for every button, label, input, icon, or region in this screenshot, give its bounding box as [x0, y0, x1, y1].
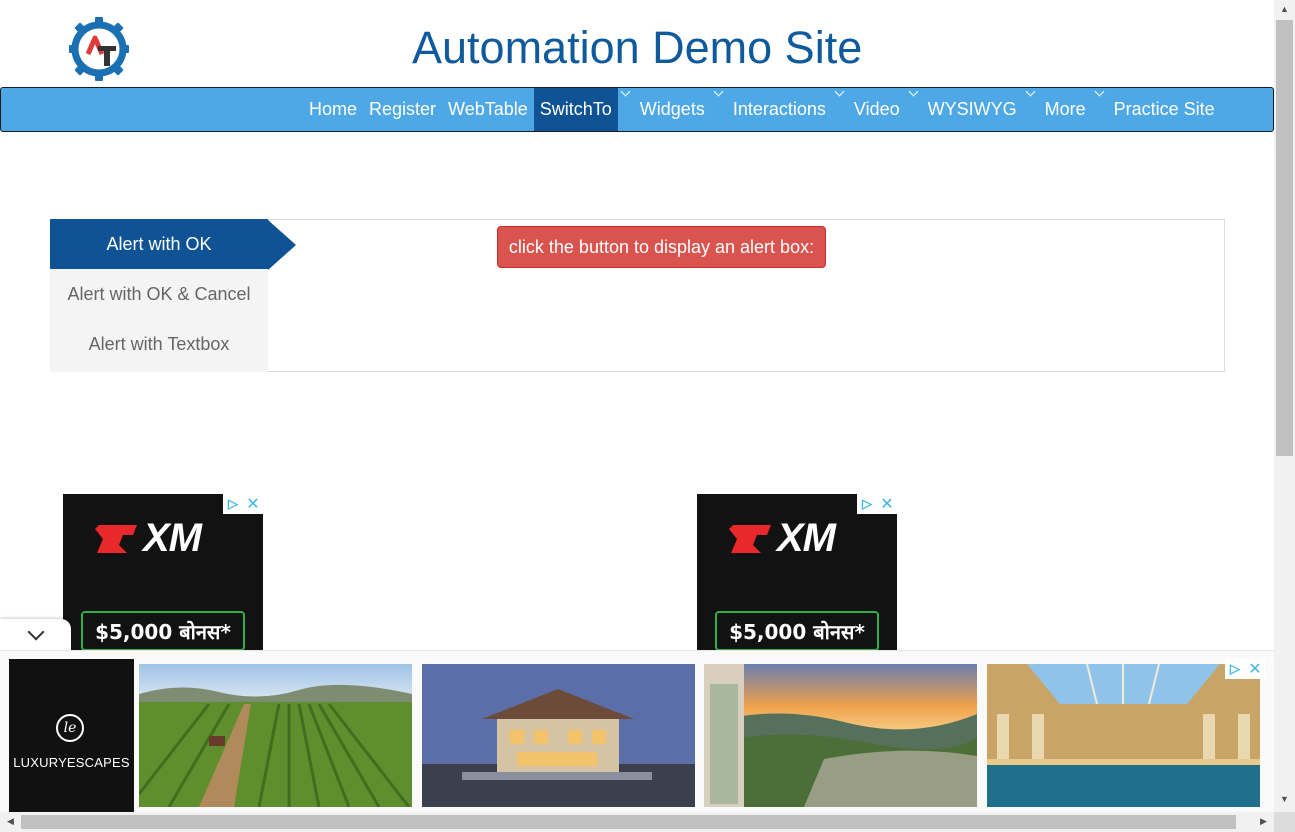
scroll-right-icon[interactable]: ▶ [1255, 816, 1272, 827]
nav-item-more[interactable]: More [1039, 88, 1092, 131]
nav-item-widgets[interactable]: Widgets [634, 88, 711, 131]
display-alert-button[interactable]: click the button to display an alert box… [497, 226, 826, 268]
xm-bonus-badge: $5,000 बोनस* [715, 611, 879, 650]
scrollbar-corner [1274, 812, 1295, 832]
nav-item-label: WYSIWYG [927, 99, 1017, 119]
nav-item-practice-site[interactable]: Practice Site [1108, 88, 1221, 131]
main-navbar: Home Register WebTable SwitchTo Widgets Inter… [0, 86, 1274, 132]
horizontal-scroll-thumb[interactable] [21, 815, 1236, 829]
chevron-down-icon[interactable] [713, 86, 724, 97]
collapse-ad-button[interactable] [0, 619, 71, 650]
tab-alert-with-ok[interactable]: Alert with OK [50, 219, 268, 269]
le-brand-mark: le [56, 714, 84, 742]
nav-menu: Home Register WebTable SwitchTo Widgets Inter… [303, 86, 1221, 131]
nav-item-label: Widgets [639, 99, 705, 119]
chevron-down-icon[interactable] [1094, 86, 1105, 97]
tab-alert-with-textbox[interactable]: Alert with Textbox [50, 319, 268, 369]
chevron-down-icon[interactable] [908, 86, 919, 97]
xm-bull-icon [729, 524, 771, 553]
nav-item-label: WebTable [448, 99, 528, 119]
luxury-escapes-logo: le LUXURYESCAPES [9, 659, 134, 812]
xm-logo: XM [727, 516, 836, 561]
vertical-scrollbar[interactable]: ▲ ▼ [1274, 0, 1295, 812]
nav-item-label: More [1044, 99, 1086, 119]
nav-item-label: Home [309, 99, 358, 119]
ad-choices[interactable]: ▷ ✕ [857, 494, 897, 514]
tab-alert-with-ok-cancel[interactable]: Alert with OK & Cancel [50, 269, 268, 319]
nav-item-label: Interactions [732, 99, 826, 119]
chevron-down-icon[interactable] [1025, 86, 1036, 97]
horizontal-scrollbar[interactable]: ◀ ▶ [0, 812, 1274, 832]
nav-item-interactions[interactable]: Interactions [727, 88, 832, 131]
nav-item-register[interactable]: Register [363, 88, 442, 131]
xm-bull-icon [95, 524, 137, 553]
ad-photo-villa[interactable] [422, 664, 695, 807]
ad-info-icon[interactable]: ▷ [857, 494, 877, 514]
ad-close-icon[interactable]: ✕ [243, 494, 263, 514]
bottom-ad-choices[interactable]: ▷ ✕ [1225, 659, 1265, 679]
ad-close-icon[interactable]: ✕ [877, 494, 897, 514]
site-logo[interactable] [68, 16, 130, 82]
nav-item-wysiwyg[interactable]: WYSIWYG [922, 88, 1023, 131]
xm-bonus-badge: $5,000 बोनस* [81, 611, 245, 650]
scroll-down-icon[interactable]: ▼ [1276, 794, 1293, 804]
le-brand-text: LUXURYESCAPES [13, 755, 130, 770]
ad-choices[interactable]: ▷ ✕ [223, 494, 263, 514]
ad-info-icon[interactable]: ▷ [223, 494, 243, 514]
gear-logo-icon [69, 17, 129, 81]
scroll-left-icon[interactable]: ◀ [2, 816, 19, 827]
chevron-down-icon[interactable] [620, 86, 631, 97]
xm-brand-text: XM [777, 516, 836, 560]
xm-brand-text: XM [143, 516, 202, 560]
active-tab-pointer [268, 220, 296, 270]
vertical-scroll-thumb[interactable] [1276, 20, 1293, 456]
xm-logo: XM [93, 516, 202, 561]
bottom-anchor-ad[interactable]: le LUXURYESCAPES ▷ ✕ [0, 650, 1274, 812]
nav-item-home[interactable]: Home [303, 88, 363, 131]
alert-tab-list: Alert with OK Alert with OK & Cancel Ale… [50, 219, 268, 372]
nav-item-label: Video [853, 99, 900, 119]
ad-photo-pool[interactable] [987, 664, 1260, 807]
xm-ad-right[interactable]: ▷ ✕ XM $5,000 बोनस* [697, 494, 897, 650]
ad-photo-hills[interactable] [704, 664, 977, 807]
nav-item-switchto[interactable]: SwitchTo [533, 88, 618, 131]
page-title: Automation Demo Site [412, 22, 863, 73]
ad-info-icon[interactable]: ▷ [1225, 659, 1245, 679]
page: Automation Demo Site Home Register WebTabl… [0, 0, 1295, 832]
xm-ad-left[interactable]: ▷ ✕ XM $5,000 बोनस* [63, 494, 263, 650]
ad-photo-vineyard[interactable] [139, 664, 412, 807]
nav-item-webtable[interactable]: WebTable [442, 88, 534, 131]
ad-close-icon[interactable]: ✕ [1245, 659, 1265, 679]
nav-item-label: SwitchTo [539, 99, 612, 119]
chevron-down-icon [27, 623, 44, 640]
nav-item-label: Practice Site [1113, 99, 1215, 119]
scroll-up-icon[interactable]: ▲ [1276, 4, 1293, 14]
nav-item-label: Register [369, 99, 437, 119]
chevron-down-icon[interactable] [834, 86, 845, 97]
nav-item-video[interactable]: Video [848, 88, 906, 131]
